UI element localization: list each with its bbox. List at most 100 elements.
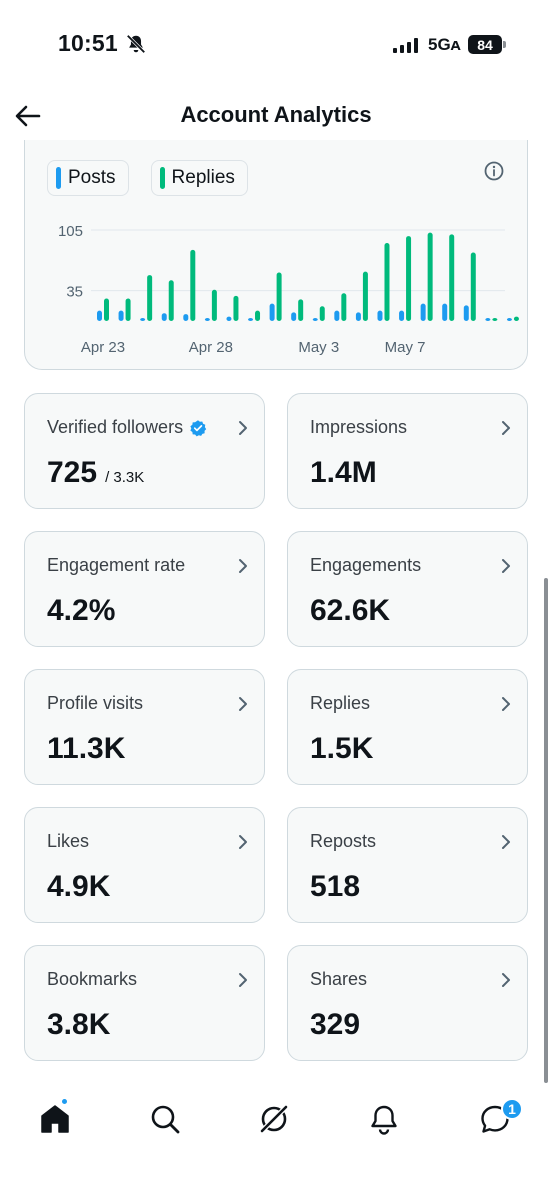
y-tick-label: 35 bbox=[66, 284, 83, 301]
posts-bar[interactable] bbox=[118, 310, 124, 321]
metric-label: Likes bbox=[47, 831, 90, 851]
posts-bar[interactable] bbox=[463, 305, 469, 321]
metric-card[interactable]: Engagement rate 4.2% bbox=[24, 531, 265, 647]
metric-label: Shares bbox=[310, 969, 368, 989]
metric-label: Bookmarks bbox=[47, 969, 138, 989]
metric-value: 1.4M bbox=[310, 456, 377, 489]
replies-bar[interactable] bbox=[190, 249, 196, 321]
posts-bar[interactable] bbox=[377, 310, 383, 321]
replies-bar[interactable] bbox=[384, 243, 390, 321]
posts-bar[interactable] bbox=[442, 303, 448, 321]
metrics-grid: Verified followers 725 / 3.3K Impressions 1.… bbox=[24, 393, 528, 1061]
metric-sub: / 3.3K bbox=[105, 469, 145, 486]
metric-value: 62.6K bbox=[310, 594, 391, 627]
metric-card[interactable]: Bookmarks 3.8K bbox=[24, 945, 265, 1061]
status-time: 10:51 bbox=[58, 30, 118, 56]
replies-bar[interactable] bbox=[298, 299, 304, 321]
chevron-right-icon bbox=[502, 973, 510, 987]
metric-value: 4.9K bbox=[47, 870, 111, 903]
posts-bar[interactable] bbox=[485, 318, 491, 321]
posts-bar[interactable] bbox=[183, 314, 189, 321]
home-icon[interactable] bbox=[37, 1101, 73, 1137]
posts-bar[interactable] bbox=[269, 303, 275, 321]
posts-bar[interactable] bbox=[420, 303, 426, 321]
posts-bar[interactable] bbox=[506, 318, 512, 321]
header: Account Analytics bbox=[0, 90, 552, 142]
metric-card[interactable]: Verified followers 725 / 3.3K bbox=[24, 393, 265, 509]
messages-badge: 1 bbox=[501, 1098, 523, 1120]
metric-card[interactable]: Replies 1.5K bbox=[287, 669, 528, 785]
metric-card[interactable]: Shares 329 bbox=[287, 945, 528, 1061]
status-bar: 10:51 5Gᴀ 84 bbox=[0, 0, 552, 90]
replies-bar[interactable] bbox=[470, 252, 476, 321]
chevron-right-icon bbox=[239, 421, 247, 435]
metric-card[interactable]: Profile visits 11.3K bbox=[24, 669, 265, 785]
chevron-right-icon bbox=[502, 421, 510, 435]
metric-value: 518 bbox=[310, 870, 361, 903]
chevron-right-icon bbox=[239, 559, 247, 573]
metric-label: Verified followers bbox=[47, 417, 184, 437]
replies-bar[interactable] bbox=[492, 318, 498, 321]
battery-icon: 84 bbox=[468, 35, 506, 54]
scrollbar[interactable] bbox=[544, 578, 548, 1083]
x-tick-label: Apr 23 bbox=[81, 339, 125, 356]
metric-label: Engagements bbox=[310, 555, 422, 575]
replies-bar[interactable] bbox=[513, 316, 519, 321]
replies-bar[interactable] bbox=[319, 306, 325, 321]
search-icon[interactable] bbox=[147, 1101, 183, 1137]
posts-bar[interactable] bbox=[161, 313, 167, 321]
metric-label: Impressions bbox=[310, 417, 408, 437]
posts-bar[interactable] bbox=[399, 310, 405, 321]
grok-icon[interactable] bbox=[256, 1101, 292, 1137]
posts-bar[interactable] bbox=[226, 316, 232, 321]
posts-bar[interactable] bbox=[204, 318, 210, 321]
metric-card[interactable]: Reposts 518 bbox=[287, 807, 528, 923]
legend-replies-toggle[interactable]: Replies bbox=[150, 160, 248, 196]
replies-bar[interactable] bbox=[341, 293, 347, 321]
posts-bar[interactable] bbox=[334, 310, 340, 321]
info-icon[interactable] bbox=[483, 160, 505, 182]
replies-bar[interactable] bbox=[211, 289, 217, 321]
metric-value: 329 bbox=[310, 1008, 361, 1041]
metric-label: Engagement rate bbox=[47, 555, 186, 575]
posts-bar[interactable] bbox=[291, 312, 297, 321]
signal-icon bbox=[393, 38, 418, 53]
y-tick-label: 105 bbox=[58, 223, 83, 240]
replies-swatch bbox=[159, 167, 165, 189]
posts-bar[interactable] bbox=[355, 312, 361, 321]
bottom-nav bbox=[0, 1085, 552, 1155]
replies-bar[interactable] bbox=[406, 236, 412, 321]
home-notification-dot bbox=[60, 1097, 69, 1106]
chevron-right-icon bbox=[502, 559, 510, 573]
metric-label: Profile visits bbox=[47, 693, 144, 713]
chevron-right-icon bbox=[239, 697, 247, 711]
metric-card[interactable]: Likes 4.9K bbox=[24, 807, 265, 923]
posts-bar[interactable] bbox=[248, 318, 254, 321]
metric-card[interactable]: Impressions 1.4M bbox=[287, 393, 528, 509]
legend-posts-toggle[interactable]: Posts bbox=[47, 160, 129, 196]
posts-swatch bbox=[56, 167, 61, 189]
chevron-right-icon bbox=[502, 835, 510, 849]
replies-bar[interactable] bbox=[427, 232, 433, 321]
chevron-right-icon bbox=[239, 835, 247, 849]
metric-value: 1.5K bbox=[310, 732, 374, 765]
replies-bar[interactable] bbox=[255, 310, 261, 321]
replies-bar[interactable] bbox=[449, 234, 455, 321]
posts-bar[interactable] bbox=[140, 318, 146, 321]
replies-bar[interactable] bbox=[104, 298, 109, 321]
replies-bar[interactable] bbox=[233, 295, 239, 321]
replies-bar[interactable] bbox=[125, 298, 131, 321]
metric-card[interactable]: Engagements 62.6K bbox=[287, 531, 528, 647]
replies-bar[interactable] bbox=[276, 272, 282, 321]
replies-bar[interactable] bbox=[362, 271, 368, 321]
chart-legend: Posts Replies bbox=[47, 160, 248, 196]
x-tick-label: May 7 bbox=[385, 339, 426, 356]
notifications-icon[interactable] bbox=[366, 1101, 402, 1137]
x-tick-label: Apr 28 bbox=[189, 339, 233, 356]
posts-bar[interactable] bbox=[97, 310, 102, 321]
posts-bar[interactable] bbox=[312, 318, 318, 321]
replies-bar[interactable] bbox=[147, 275, 153, 321]
bell-off-icon bbox=[126, 34, 146, 54]
replies-bar[interactable] bbox=[168, 280, 174, 321]
metric-value: 11.3K bbox=[47, 732, 126, 765]
